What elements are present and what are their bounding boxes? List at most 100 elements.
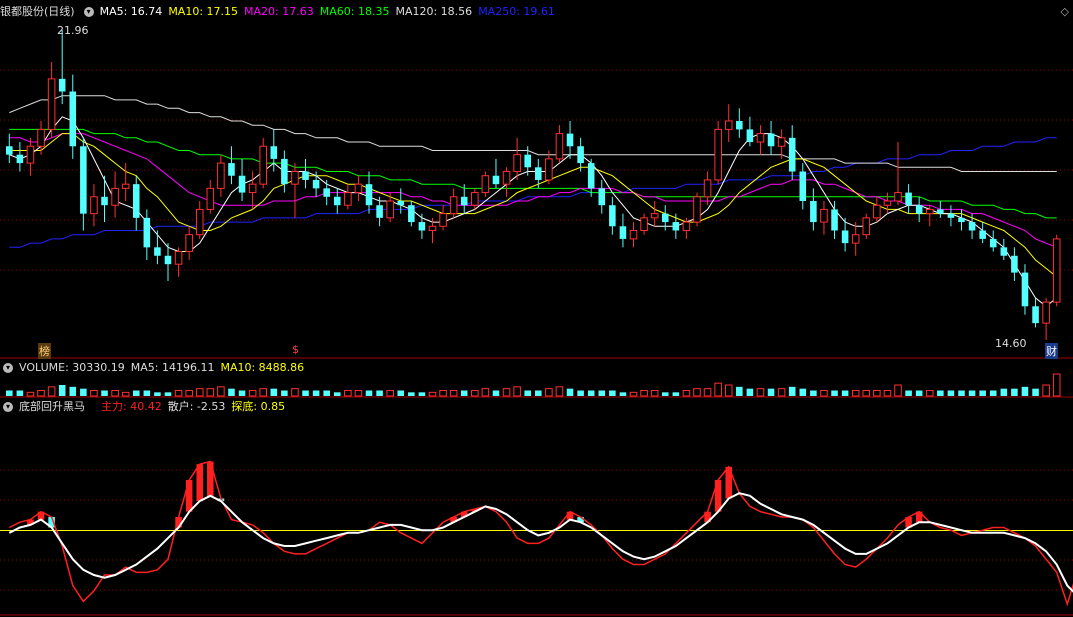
candle-body-up: [693, 196, 701, 223]
volume-bar: [810, 390, 817, 396]
volume-bar: [947, 390, 955, 396]
volume-bar: [354, 390, 363, 397]
volume-bar: [524, 390, 531, 396]
zhuli-bar: [185, 480, 193, 512]
high-price-label: 21.96: [57, 24, 89, 37]
candle-body-down: [937, 209, 944, 214]
candle-body-down: [376, 205, 383, 218]
volume-bar: [312, 390, 320, 396]
zhuli-bar: [207, 461, 214, 496]
volume-bar: [1032, 388, 1039, 396]
candle-body-down: [968, 222, 976, 231]
candle-body-up: [185, 234, 193, 253]
candle-body-down: [746, 129, 754, 143]
volume-bar: [629, 391, 638, 397]
volume-bar: [788, 386, 796, 396]
candle-body-up: [682, 221, 691, 231]
candle-body-up: [925, 208, 934, 215]
candle-body-up: [90, 196, 98, 215]
volume-bar: [154, 392, 161, 396]
volume-bars: [6, 373, 1061, 397]
volume-bar: [471, 390, 479, 397]
volume-bar: [259, 388, 267, 397]
candle-body-up: [1052, 238, 1061, 303]
ma10-line: [9, 133, 1058, 278]
volume-bar: [767, 388, 775, 396]
candle-body-down: [418, 222, 426, 231]
candle-body-down: [228, 163, 235, 176]
candle-body-down: [841, 230, 849, 244]
volume-bar: [862, 390, 871, 397]
volume-bar: [238, 390, 246, 396]
volume-value: VOLUME: 30330.19: [19, 361, 125, 374]
volume-bar: [587, 390, 595, 396]
candle-body-up: [481, 175, 490, 194]
volume-bar: [90, 390, 98, 397]
candle-body-down: [598, 188, 606, 206]
candle-body-up: [26, 145, 35, 164]
candle-body-down: [958, 217, 965, 223]
candle-body-up: [894, 192, 902, 202]
volume-bar: [111, 390, 119, 397]
volume-bar: [682, 390, 691, 397]
collapse-icon[interactable]: ▾: [3, 363, 13, 373]
volume-bar: [777, 388, 786, 397]
candle-body-up: [111, 187, 119, 206]
volume-bar: [217, 386, 225, 397]
candle-body-down: [302, 171, 309, 180]
finance-marker[interactable]: 财: [1045, 343, 1058, 359]
candle-body-down: [101, 196, 108, 206]
candle-body-down: [587, 163, 595, 189]
candle-body-up: [820, 208, 828, 223]
candle-body-up: [428, 225, 437, 231]
volume-bar: [672, 392, 680, 396]
candle-body-up: [354, 183, 363, 194]
candle-body-down: [915, 205, 923, 214]
volume-bar: [344, 390, 352, 397]
candle-body-down: [323, 188, 330, 197]
candle-body-down: [1032, 306, 1039, 324]
volume-bar: [397, 390, 405, 396]
volume-bar: [513, 386, 521, 397]
volume-bar: [609, 390, 616, 396]
volume-bar: [555, 386, 564, 397]
ma60-legend: MA60: 18.35: [319, 5, 390, 18]
rank-marker[interactable]: 榜: [38, 343, 51, 359]
candle-body-down: [238, 175, 246, 193]
volume-bar: [291, 388, 299, 397]
candle-body-down: [810, 201, 817, 223]
candle-body-up: [555, 133, 564, 160]
ma5-legend: MA5: 16.74: [99, 5, 163, 18]
candle-body-up: [513, 154, 521, 173]
candle-body-up: [545, 158, 553, 181]
candle-body-down: [333, 196, 341, 206]
candle-body-up: [703, 179, 712, 198]
volume-bar: [756, 388, 765, 397]
collapse-icon[interactable]: ▾: [83, 7, 94, 17]
volume-bar: [915, 390, 923, 396]
candle-body-down: [16, 154, 24, 164]
volume-bar: [206, 388, 215, 397]
volume-bar: [47, 386, 56, 397]
diamond-icon[interactable]: ◇: [1061, 5, 1069, 18]
candle-body-up: [640, 217, 648, 231]
zhuli-legend: 主力: 40.42: [101, 400, 162, 413]
dollar-marker[interactable]: $: [292, 343, 299, 356]
candle-body-up: [174, 251, 183, 265]
ma60-line: [9, 128, 1057, 219]
candle-body-down: [164, 255, 172, 265]
volume-bar: [693, 388, 701, 397]
volume-ma5: MA5: 14196.11: [130, 361, 215, 374]
volume-bar: [481, 388, 490, 397]
volume-bar: [979, 390, 986, 396]
collapse-icon[interactable]: ▾: [3, 402, 13, 412]
volume-bar: [851, 390, 860, 397]
volume-bar: [1011, 388, 1018, 396]
volume-bar: [26, 391, 35, 397]
volume-bar: [1000, 388, 1008, 396]
volume-bar: [492, 390, 500, 396]
candle-body-down: [1021, 272, 1029, 307]
volume-bar: [418, 392, 426, 396]
candle-body-up: [217, 162, 225, 189]
volume-bar: [386, 390, 394, 397]
